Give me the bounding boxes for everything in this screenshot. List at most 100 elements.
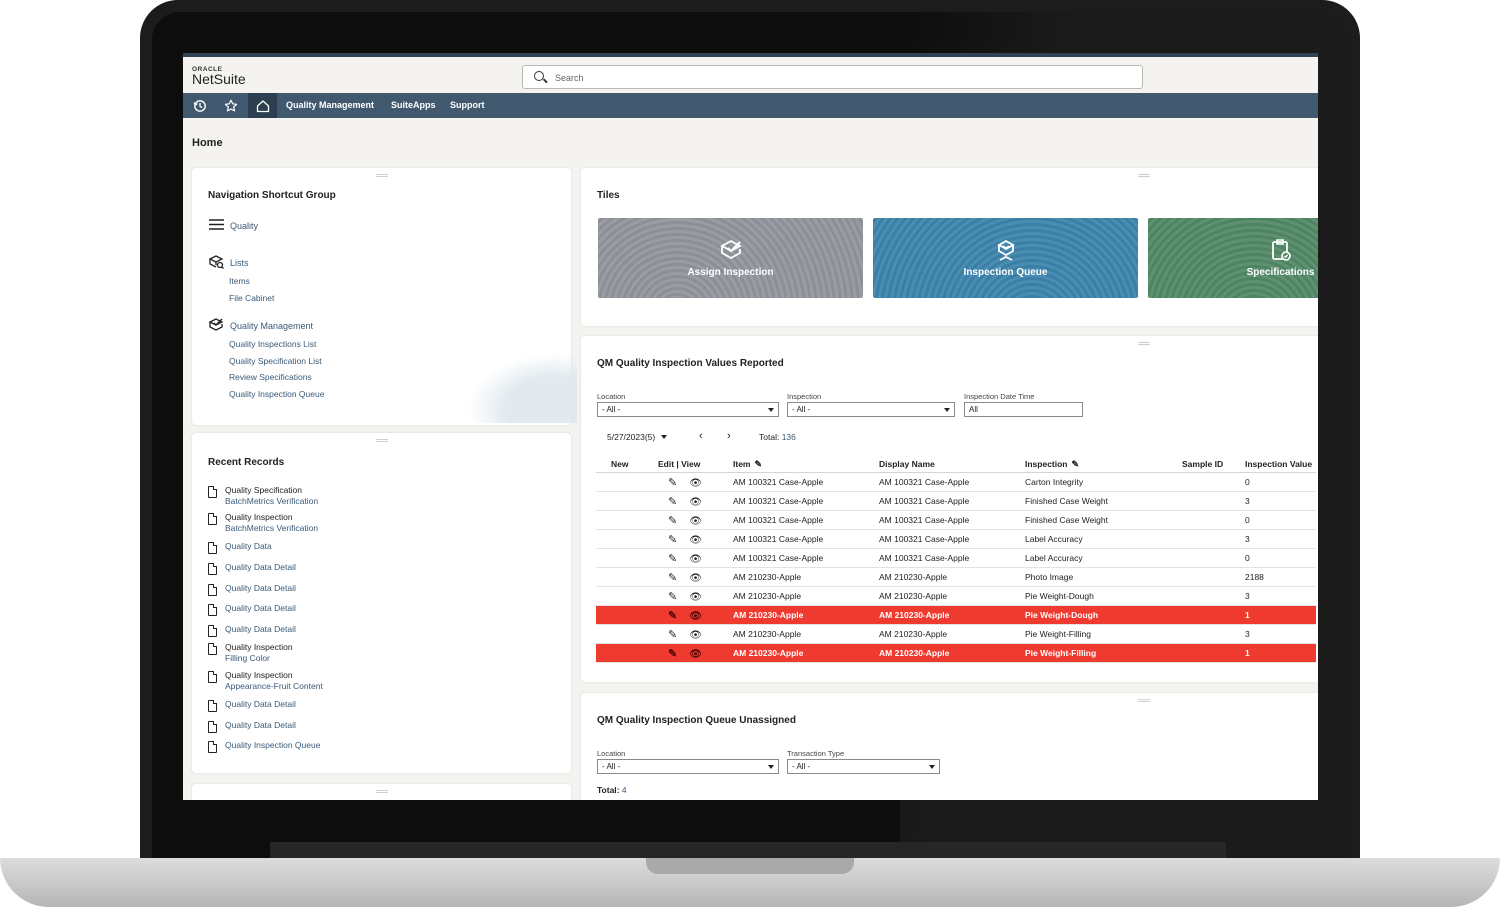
view-icon[interactable]: 👁 xyxy=(689,573,702,584)
shortcut-link-quality-inspection-queue[interactable]: Quality Inspection Queue xyxy=(229,389,324,399)
drag-handle[interactable] xyxy=(1138,174,1150,177)
view-icon[interactable]: 👁 xyxy=(689,592,702,603)
recent-record-item[interactable]: Quality Specification BatchMetrics Verifi… xyxy=(208,485,318,507)
table-row[interactable]: ✎ 👁 AM 100321 Case-Apple AM 100321 Case-App… xyxy=(596,529,1316,549)
nav-suiteapps[interactable]: SuiteApps xyxy=(391,93,436,118)
cell-display-name: AM 100321 Case-Apple xyxy=(879,472,1025,492)
table-row[interactable]: ✎ 👁 AM 210230-Apple AM 210230-Apple Pie Weig… xyxy=(596,586,1316,606)
recent-record-item[interactable]: Quality Inspection Appearance-Fruit Conte… xyxy=(208,670,323,692)
table-row[interactable]: ✎ 👁 AM 100321 Case-Apple AM 100321 Case-App… xyxy=(596,491,1316,511)
view-icon[interactable]: 👁 xyxy=(689,611,702,622)
netsuite-logo[interactable]: ORACLE NetSuite xyxy=(192,66,246,86)
drag-handle[interactable] xyxy=(1138,699,1150,702)
edit-icon[interactable]: ✎ xyxy=(668,495,677,508)
view-icon[interactable]: 👁 xyxy=(689,478,702,489)
nav-support[interactable]: Support xyxy=(450,93,485,118)
inspection-filter-label: Inspection xyxy=(787,392,822,401)
location-filter-value: - All - xyxy=(602,405,621,414)
recent-record-item[interactable]: Quality Data Detail xyxy=(208,603,296,616)
cell-edit-view: ✎ 👁 xyxy=(658,510,733,530)
recent-record-item[interactable]: Quality Data Detail xyxy=(208,720,296,733)
table-row[interactable]: ✎ 👁 AM 210230-Apple AM 210230-Apple Pie Weig… xyxy=(596,605,1316,625)
table-row[interactable]: ✎ 👁 AM 210230-Apple AM 210230-Apple Pie Weig… xyxy=(596,624,1316,644)
edit-icon[interactable]: ✎ xyxy=(668,609,677,622)
col-new[interactable]: New xyxy=(596,456,658,473)
cell-new xyxy=(596,643,658,663)
view-icon[interactable]: 👁 xyxy=(689,649,702,660)
drag-handle[interactable] xyxy=(376,174,388,177)
recent-record-item[interactable]: Quality Inspection Filling Color xyxy=(208,642,293,664)
shortcut-link-quality-inspections-list[interactable]: Quality Inspections List xyxy=(229,339,316,349)
tile-specifications[interactable]: Specifications xyxy=(1148,218,1318,298)
recent-record-link: Quality Data Detail xyxy=(225,583,296,593)
star-icon[interactable] xyxy=(216,93,245,118)
shortcut-link-quality-specification-list[interactable]: Quality Specification List xyxy=(229,356,322,366)
edit-icon[interactable]: ✎ xyxy=(668,476,677,489)
home-icon[interactable] xyxy=(248,93,277,118)
next-page-button[interactable]: › xyxy=(727,430,731,442)
edit-column-icon[interactable]: ✎ xyxy=(1072,459,1080,469)
col-sample-id[interactable]: Sample ID xyxy=(1182,456,1245,473)
drag-handle[interactable] xyxy=(376,439,388,442)
recent-records-title: Recent Records xyxy=(208,457,285,468)
nav-quality-management[interactable]: Quality Management xyxy=(286,93,374,118)
drag-handle[interactable] xyxy=(1138,342,1150,345)
recent-record-item[interactable]: Quality Data xyxy=(208,541,272,554)
global-search[interactable] xyxy=(522,65,1143,89)
table-row[interactable]: ✎ 👁 AM 100321 Case-Apple AM 100321 Case-App… xyxy=(596,548,1316,568)
shortcut-link-file-cabinet[interactable]: File Cabinet xyxy=(229,293,274,303)
page-select[interactable]: 5/27/2023(5) xyxy=(607,432,668,442)
view-icon[interactable]: 👁 xyxy=(689,516,702,527)
edit-icon[interactable]: ✎ xyxy=(668,571,677,584)
transaction-type-label: Transaction Type xyxy=(787,749,845,758)
table-row[interactable]: ✎ 👁 AM 100321 Case-Apple AM 100321 Case-App… xyxy=(596,510,1316,530)
recent-record-item[interactable]: Quality Data Detail xyxy=(208,624,296,637)
shortcut-link-items[interactable]: Items xyxy=(229,276,250,286)
tile-assign-inspection[interactable]: Assign Inspection xyxy=(598,218,863,298)
lists-icon xyxy=(208,254,224,272)
edit-icon[interactable]: ✎ xyxy=(668,533,677,546)
table-row[interactable]: ✎ 👁 AM 210230-Apple AM 210230-Apple Photo Im… xyxy=(596,567,1316,587)
edit-icon[interactable]: ✎ xyxy=(668,628,677,641)
table-row[interactable]: ✎ 👁 AM 210230-Apple AM 210230-Apple Pie Weig… xyxy=(596,643,1316,663)
datetime-filter-input[interactable]: All xyxy=(964,402,1083,417)
edit-column-icon[interactable]: ✎ xyxy=(754,459,762,469)
view-icon[interactable]: 👁 xyxy=(689,535,702,546)
col-display-name[interactable]: Display Name xyxy=(879,456,1025,473)
edit-icon[interactable]: ✎ xyxy=(668,647,677,660)
shortcut-group-quality-management[interactable]: Quality Management xyxy=(208,317,313,334)
recent-record-item[interactable]: Quality Data Detail xyxy=(208,583,296,596)
recent-record-item[interactable]: Quality Inspection BatchMetrics Verificat… xyxy=(208,512,318,534)
recent-record-item[interactable]: Quality Data Detail xyxy=(208,699,296,712)
recent-record-item[interactable]: Quality Data Detail xyxy=(208,562,296,575)
col-item[interactable]: Item ✎ xyxy=(733,456,879,473)
search-input[interactable] xyxy=(553,69,1117,87)
edit-icon[interactable]: ✎ xyxy=(668,514,677,527)
drag-handle[interactable] xyxy=(376,790,388,793)
view-icon[interactable]: 👁 xyxy=(689,630,702,641)
recent-record-item[interactable]: Quality Inspection Queue xyxy=(208,740,320,753)
tile-inspection-queue[interactable]: Inspection Queue xyxy=(873,218,1138,298)
cell-edit-view: ✎ 👁 xyxy=(658,643,733,663)
cell-display-name: AM 210230-Apple xyxy=(879,624,1025,644)
shortcut-group-lists[interactable]: Lists xyxy=(208,254,249,272)
col-inspection[interactable]: Inspection ✎ xyxy=(1025,456,1182,473)
table-row[interactable]: ✎ 👁 AM 100321 Case-Apple AM 100321 Case-App… xyxy=(596,472,1316,492)
location-filter-select[interactable]: - All - xyxy=(597,402,779,417)
view-icon[interactable]: 👁 xyxy=(689,497,702,508)
view-icon[interactable]: 👁 xyxy=(689,554,702,565)
quality-menu[interactable]: Quality xyxy=(208,219,258,233)
transaction-type-value: - All - xyxy=(792,762,811,771)
queue-location-select[interactable]: - All - xyxy=(597,759,779,774)
shortcut-link-review-specifications[interactable]: Review Specifications xyxy=(229,372,312,382)
edit-icon[interactable]: ✎ xyxy=(668,590,677,603)
previous-page-button[interactable]: ‹ xyxy=(699,430,703,442)
history-icon[interactable] xyxy=(185,93,214,118)
inspection-filter-select[interactable]: - All - xyxy=(787,402,955,417)
col-inspection-label: Inspection xyxy=(1025,458,1068,469)
col-inspection-value[interactable]: Inspection Value xyxy=(1245,456,1316,473)
col-edit-view: Edit | View xyxy=(658,456,733,473)
transaction-type-select[interactable]: - All - xyxy=(787,759,940,774)
cell-new xyxy=(596,472,658,492)
edit-icon[interactable]: ✎ xyxy=(668,552,677,565)
